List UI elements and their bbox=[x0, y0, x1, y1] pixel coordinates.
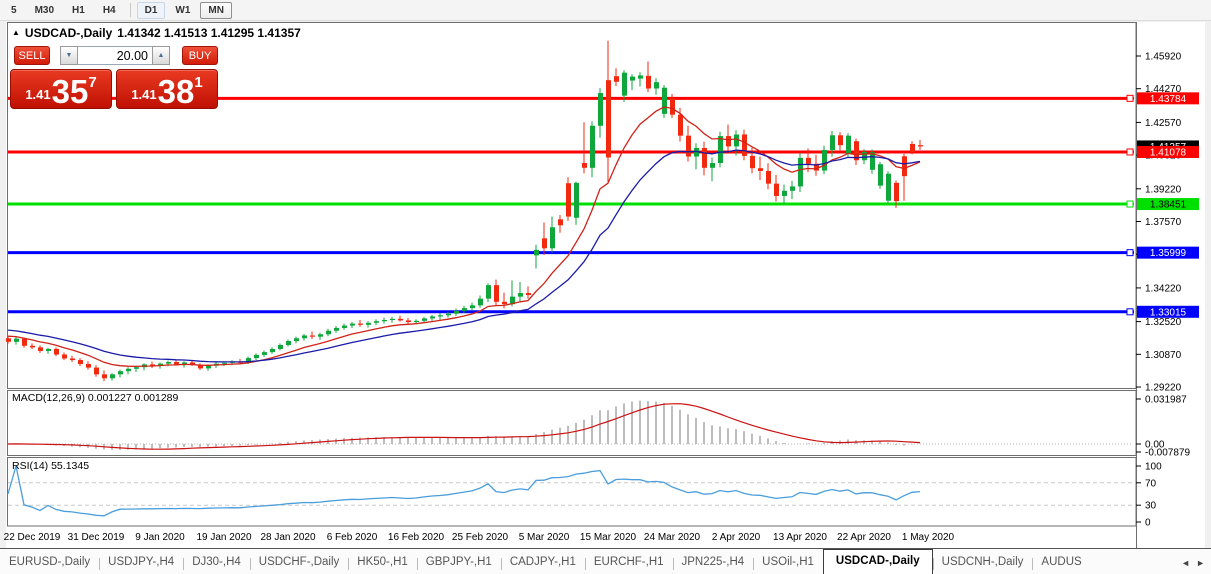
svg-text:1.35999: 1.35999 bbox=[1150, 248, 1187, 259]
svg-text:30: 30 bbox=[1145, 501, 1157, 512]
svg-text:1 May 2020: 1 May 2020 bbox=[902, 532, 955, 543]
svg-text:24 Mar 2020: 24 Mar 2020 bbox=[644, 532, 701, 543]
sell-button[interactable]: SELL bbox=[14, 46, 50, 65]
chart-tab-jpn225-h4[interactable]: JPN225-,H4 bbox=[673, 551, 754, 574]
svg-text:6 Feb 2020: 6 Feb 2020 bbox=[327, 532, 378, 543]
ohlc-values: 1.41342 1.41513 1.41295 1.41357 bbox=[117, 26, 301, 40]
svg-text:1.43784: 1.43784 bbox=[1150, 94, 1187, 105]
svg-text:1.30870: 1.30870 bbox=[1145, 350, 1182, 361]
chart-tab-eurusd-daily[interactable]: EURUSD-,Daily bbox=[0, 551, 99, 574]
buy-price-prefix: 1.41 bbox=[131, 87, 156, 102]
svg-text:31 Dec 2019: 31 Dec 2019 bbox=[68, 532, 125, 543]
buy-price-panel[interactable]: 1.41 38 1 bbox=[116, 69, 218, 109]
tab-scroll-arrows: ◄ ► bbox=[1177, 558, 1211, 574]
svg-text:1.45920: 1.45920 bbox=[1145, 52, 1182, 63]
svg-text:100: 100 bbox=[1145, 462, 1162, 473]
svg-text:13 Apr 2020: 13 Apr 2020 bbox=[773, 532, 827, 543]
one-click-trading-panel: ▲ USDCAD-,Daily 1.41342 1.41513 1.41295 … bbox=[10, 26, 230, 109]
chart-tab-cadjpy-h1[interactable]: CADJPY-,H1 bbox=[501, 551, 585, 574]
chart-tab-hk50-h1[interactable]: HK50-,H1 bbox=[348, 551, 417, 574]
svg-text:1.34220: 1.34220 bbox=[1145, 283, 1182, 294]
chart-tab-dj30-h4[interactable]: DJ30-,H4 bbox=[183, 551, 250, 574]
svg-text:1.38451: 1.38451 bbox=[1150, 200, 1187, 211]
collapse-arrow-icon[interactable]: ▲ bbox=[12, 29, 20, 37]
svg-text:9 Jan 2020: 9 Jan 2020 bbox=[135, 532, 185, 543]
chart-tab-usdjpy-h4[interactable]: USDJPY-,H4 bbox=[99, 551, 183, 574]
svg-text:0: 0 bbox=[1145, 518, 1151, 529]
chart-tab-audus[interactable]: AUDUS bbox=[1032, 551, 1090, 574]
svg-text:22 Apr 2020: 22 Apr 2020 bbox=[837, 532, 891, 543]
svg-text:2 Apr 2020: 2 Apr 2020 bbox=[712, 532, 761, 543]
rsi-indicator-label: RSI(14) 55.1345 bbox=[12, 460, 89, 472]
chart-tab-eurchf-h1[interactable]: EURCHF-,H1 bbox=[585, 551, 673, 574]
chart-tab-usdcad-daily[interactable]: USDCAD-,Daily bbox=[823, 549, 933, 574]
svg-text:-0.007879: -0.007879 bbox=[1145, 448, 1190, 459]
buy-price-pipette: 1 bbox=[194, 74, 202, 91]
svg-text:0.031987: 0.031987 bbox=[1145, 395, 1187, 406]
chart-tab-gbpjpy-h1[interactable]: GBPJPY-,H1 bbox=[417, 551, 501, 574]
chart-tabs: EURUSD-,DailyUSDJPY-,H4DJ30-,H4USDCHF-,D… bbox=[0, 549, 1177, 574]
spin-up-icon: ▲ bbox=[158, 52, 165, 59]
chart-tab-usdcnh-daily[interactable]: USDCNH-,Daily bbox=[933, 551, 1033, 574]
svg-text:15 Mar 2020: 15 Mar 2020 bbox=[580, 532, 637, 543]
tab-scroll-left-icon[interactable]: ◄ bbox=[1181, 558, 1190, 568]
svg-text:1.41078: 1.41078 bbox=[1150, 147, 1187, 158]
buy-price-main: 38 bbox=[158, 79, 195, 105]
svg-text:25 Feb 2020: 25 Feb 2020 bbox=[452, 532, 509, 543]
svg-text:19 Jan 2020: 19 Jan 2020 bbox=[196, 532, 251, 543]
order-controls: SELL ▼ 20.00 ▲ BUY bbox=[14, 46, 230, 65]
spin-down-icon: ▼ bbox=[66, 52, 73, 59]
volume-input[interactable]: 20.00 bbox=[78, 46, 152, 65]
svg-text:70: 70 bbox=[1145, 478, 1157, 489]
chart-title: ▲ USDCAD-,Daily 1.41342 1.41513 1.41295 … bbox=[10, 26, 230, 40]
price-panels: 1.41 35 7 1.41 38 1 bbox=[10, 69, 230, 109]
tab-scroll-right-icon[interactable]: ► bbox=[1196, 558, 1205, 568]
sell-price-prefix: 1.41 bbox=[25, 87, 50, 102]
time-axis[interactable]: 22 Dec 2019 31 Dec 2019 9 Jan 2020 19 Jan 2… bbox=[4, 532, 955, 543]
macd-indicator-label: MACD(12,26,9) 0.001227 0.001289 bbox=[12, 392, 178, 404]
svg-text:22 Dec 2019: 22 Dec 2019 bbox=[4, 532, 61, 543]
sell-price-main: 35 bbox=[52, 79, 89, 105]
sell-price-panel[interactable]: 1.41 35 7 bbox=[10, 69, 112, 109]
chart-tabbar: EURUSD-,DailyUSDJPY-,H4DJ30-,H4USDCHF-,D… bbox=[0, 548, 1211, 574]
svg-text:1.37570: 1.37570 bbox=[1145, 217, 1182, 228]
svg-text:1.32520: 1.32520 bbox=[1145, 317, 1182, 328]
mt4-window: 5M30H1H4D1W1MN 1.459201.442701.425701.40… bbox=[0, 0, 1211, 574]
sell-price-pipette: 7 bbox=[88, 74, 96, 91]
chart-tab-usdchf-daily[interactable]: USDCHF-,Daily bbox=[250, 551, 349, 574]
svg-text:1.29220: 1.29220 bbox=[1145, 383, 1182, 394]
svg-text:16 Feb 2020: 16 Feb 2020 bbox=[388, 532, 445, 543]
chart-tab-usoil-h1[interactable]: USOil-,H1 bbox=[753, 551, 823, 574]
svg-text:5 Mar 2020: 5 Mar 2020 bbox=[519, 532, 570, 543]
svg-text:28 Jan 2020: 28 Jan 2020 bbox=[260, 532, 315, 543]
svg-text:1.39220: 1.39220 bbox=[1145, 184, 1182, 195]
volume-decrease-button[interactable]: ▼ bbox=[60, 46, 78, 65]
svg-text:1.42570: 1.42570 bbox=[1145, 118, 1182, 129]
symbol-name: USDCAD-,Daily bbox=[25, 26, 112, 40]
buy-button[interactable]: BUY bbox=[182, 46, 218, 65]
svg-text:1.33015: 1.33015 bbox=[1150, 307, 1187, 318]
volume-increase-button[interactable]: ▲ bbox=[152, 46, 170, 65]
